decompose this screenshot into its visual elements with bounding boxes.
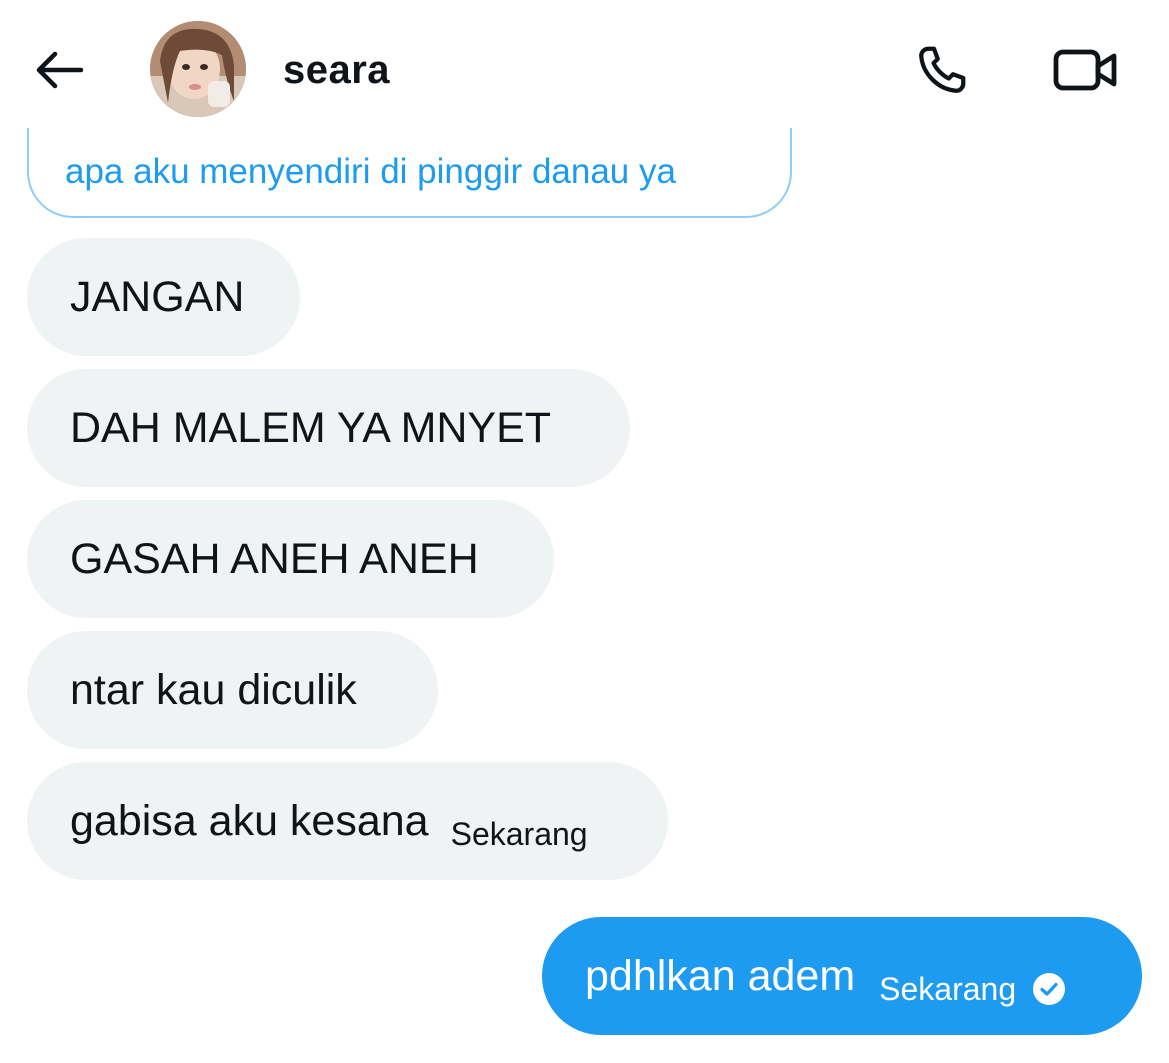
message-text: pdhlkan adem xyxy=(585,951,856,1000)
conversation-header: seara xyxy=(0,0,1169,140)
avatar-image xyxy=(150,21,246,117)
message-text: DAH MALEM YA MNYET xyxy=(70,403,552,452)
check-circle-icon xyxy=(1032,972,1066,1006)
received-message[interactable]: ntar kau diculik xyxy=(27,631,438,749)
back-button[interactable] xyxy=(30,46,88,94)
message-timestamp: Sekarang xyxy=(879,970,1017,1007)
video-camera-icon xyxy=(1053,49,1117,91)
message-text: JANGAN xyxy=(70,272,245,321)
avatar[interactable] xyxy=(150,21,246,117)
received-message[interactable]: GASAH ANEH ANEH xyxy=(27,500,554,618)
received-message[interactable]: JANGAN xyxy=(27,238,300,356)
call-button[interactable] xyxy=(910,38,974,102)
message-text: GASAH ANEH ANEH xyxy=(70,534,479,583)
arrow-left-icon xyxy=(36,51,84,89)
sent-message[interactable]: pdhlkan adem Sekarang xyxy=(542,917,1142,1035)
video-call-button[interactable] xyxy=(1050,40,1122,100)
quoted-message[interactable]: apa aku menyendiri di pinggir danau ya xyxy=(27,128,792,218)
quoted-message-text: apa aku menyendiri di pinggir danau ya xyxy=(65,152,676,191)
message-text: gabisa aku kesana xyxy=(70,796,429,845)
received-message[interactable]: gabisa aku kesana Sekarang xyxy=(27,762,668,880)
phone-icon xyxy=(919,46,966,93)
received-message[interactable]: DAH MALEM YA MNYET xyxy=(27,369,630,487)
contact-name[interactable]: seara xyxy=(283,46,390,94)
message-timestamp: Sekarang xyxy=(450,815,588,852)
message-text: ntar kau diculik xyxy=(70,665,357,714)
